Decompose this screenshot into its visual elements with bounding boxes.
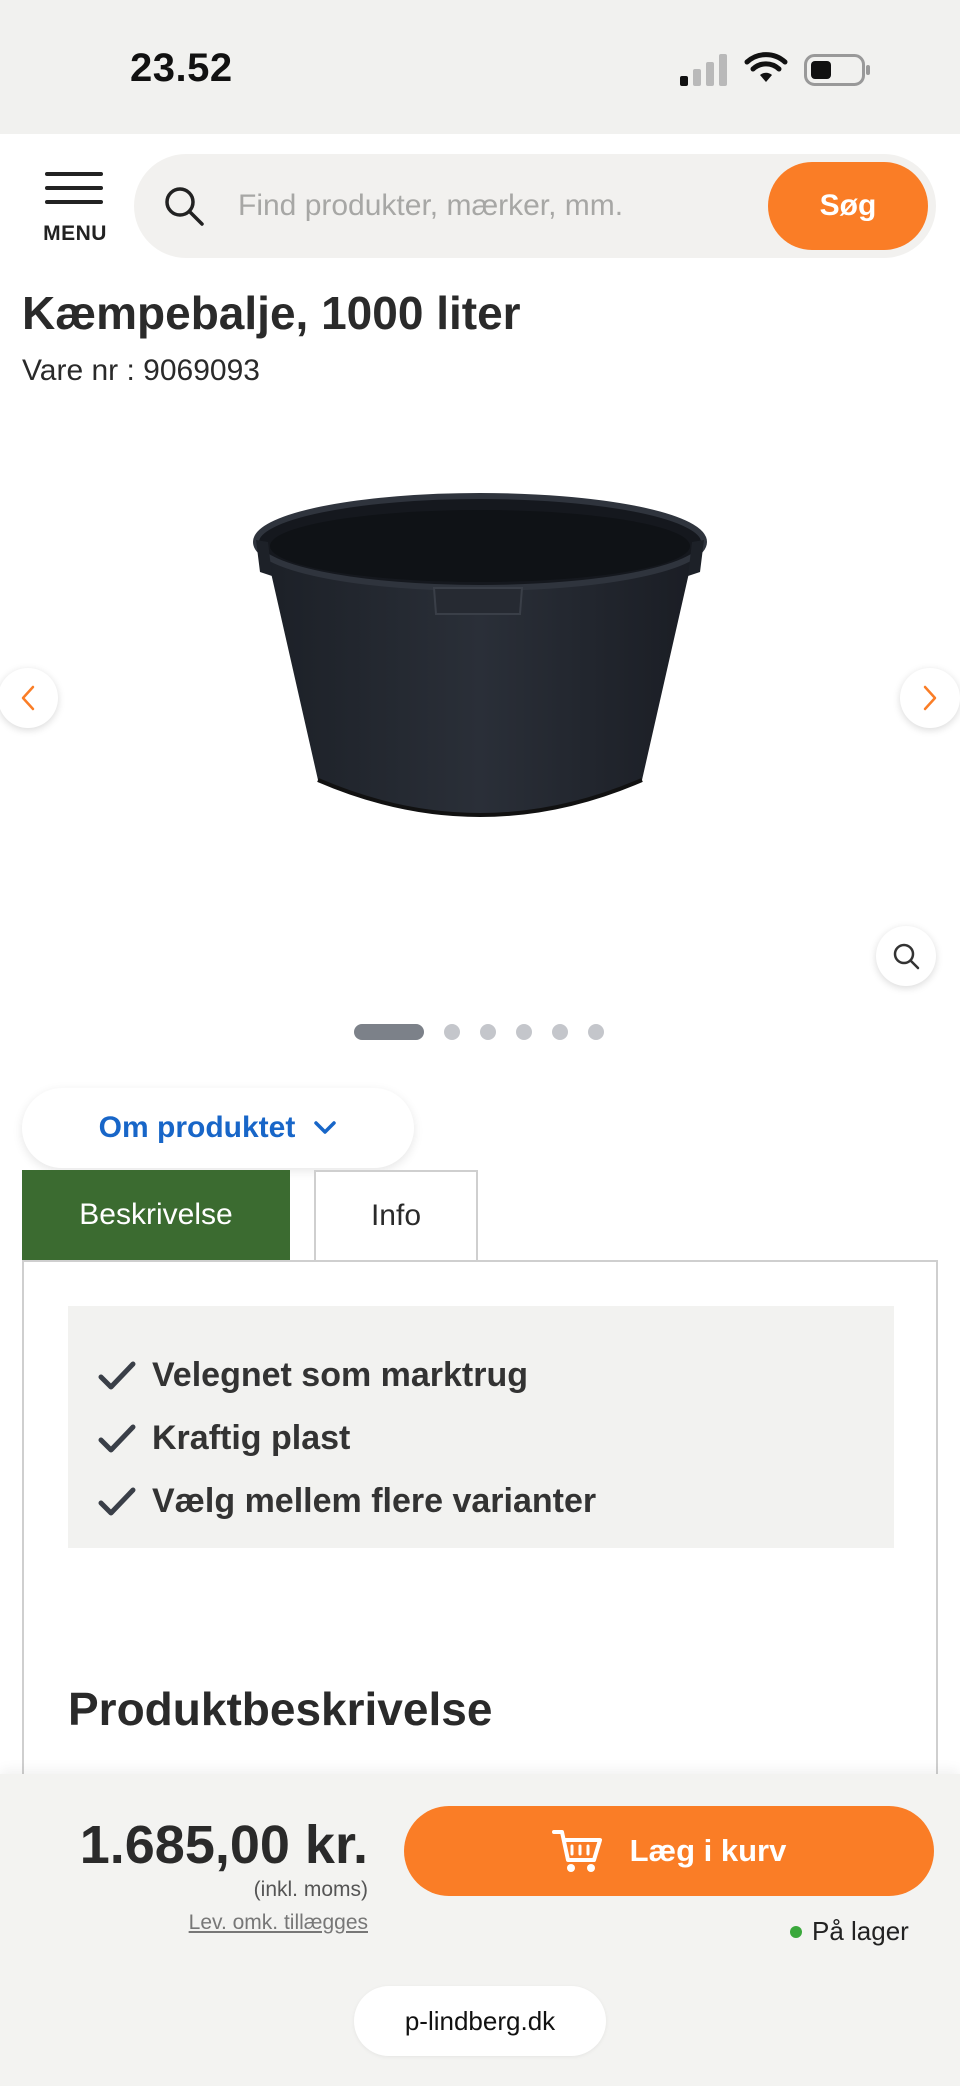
cart-icon — [551, 1830, 602, 1872]
gallery-dot[interactable] — [552, 1024, 568, 1040]
description-panel: Velegnet som marktrug Kraftig plast Vælg… — [22, 1260, 938, 1820]
search-button[interactable]: Søg — [768, 162, 928, 250]
vat-note: (inkl. moms) — [253, 1878, 368, 1901]
gallery-dot[interactable] — [480, 1024, 496, 1040]
price: 1.685,00 kr. — [79, 1815, 368, 1875]
stock-label: På lager — [812, 1916, 909, 1946]
product-gallery — [0, 420, 960, 1020]
tab-info[interactable]: Info — [314, 1170, 478, 1260]
gallery-next-button[interactable] — [900, 668, 960, 728]
stock-status: På lager — [790, 1916, 909, 1947]
product-sku: Vare nr : 9069093 — [22, 354, 260, 387]
search-bar: Søg — [134, 154, 936, 258]
add-to-cart-button[interactable]: Læg i kurv — [404, 1806, 934, 1896]
chevron-down-icon — [314, 1121, 337, 1134]
wifi-icon — [744, 52, 788, 82]
gallery-dot[interactable] — [444, 1024, 460, 1040]
zoom-button[interactable] — [876, 926, 936, 986]
gallery-dot[interactable] — [516, 1024, 532, 1040]
add-to-cart-label: Læg i kurv — [629, 1833, 787, 1868]
stock-indicator-icon — [790, 1925, 802, 1938]
menu-label: MENU — [43, 222, 107, 245]
search-icon — [165, 187, 204, 226]
feature-list: Velegnet som marktrug Kraftig plast Vælg… — [68, 1306, 894, 1548]
purchase-bar: 1.685,00 kr. (inkl. moms) Lev. omk. till… — [0, 1774, 960, 2086]
tab-beskrivelse[interactable]: Beskrivelse — [22, 1170, 290, 1260]
zoom-icon — [893, 943, 920, 970]
chevron-right-icon — [923, 685, 937, 711]
shipping-link[interactable]: Lev. omk. tillægges — [189, 1911, 368, 1935]
status-bar: 23.52 — [0, 0, 960, 134]
signal-icon — [680, 54, 727, 86]
about-product-button[interactable]: Om produktet — [22, 1088, 414, 1168]
black-tub-image — [253, 493, 707, 817]
battery-icon — [804, 54, 870, 86]
list-item: Kraftig plast — [98, 1407, 894, 1470]
feature-text: Velegnet som marktrug — [152, 1356, 529, 1394]
section-heading: Produktbeskrivelse — [68, 1683, 493, 1735]
gallery-prev-button[interactable] — [0, 668, 58, 728]
check-icon — [98, 1424, 136, 1452]
gallery-dot[interactable] — [588, 1024, 604, 1040]
browser-url-bar[interactable]: p-lindberg.dk — [354, 1986, 606, 2056]
check-icon — [98, 1487, 136, 1515]
list-item: Velegnet som marktrug — [98, 1344, 894, 1407]
product-page: 23.52 MENU Find produkter, mærker, mm. S… — [0, 0, 960, 2086]
gallery-pagination — [0, 1022, 960, 1042]
feature-text: Vælg mellem flere varianter — [152, 1482, 597, 1520]
status-time: 23.52 — [130, 46, 233, 90]
about-product-label: Om produktet — [98, 1111, 296, 1144]
menu-button[interactable]: MENU — [36, 170, 114, 245]
feature-text: Kraftig plast — [152, 1419, 351, 1457]
site-header: MENU Søg — [0, 134, 960, 270]
gallery-dot[interactable] — [354, 1024, 424, 1040]
product-title: Kæmpebalje, 1000 liter — [22, 287, 521, 339]
check-icon — [98, 1361, 136, 1389]
search-input[interactable] — [238, 176, 678, 236]
chevron-left-icon — [21, 685, 35, 711]
list-item: Vælg mellem flere varianter — [98, 1470, 894, 1533]
